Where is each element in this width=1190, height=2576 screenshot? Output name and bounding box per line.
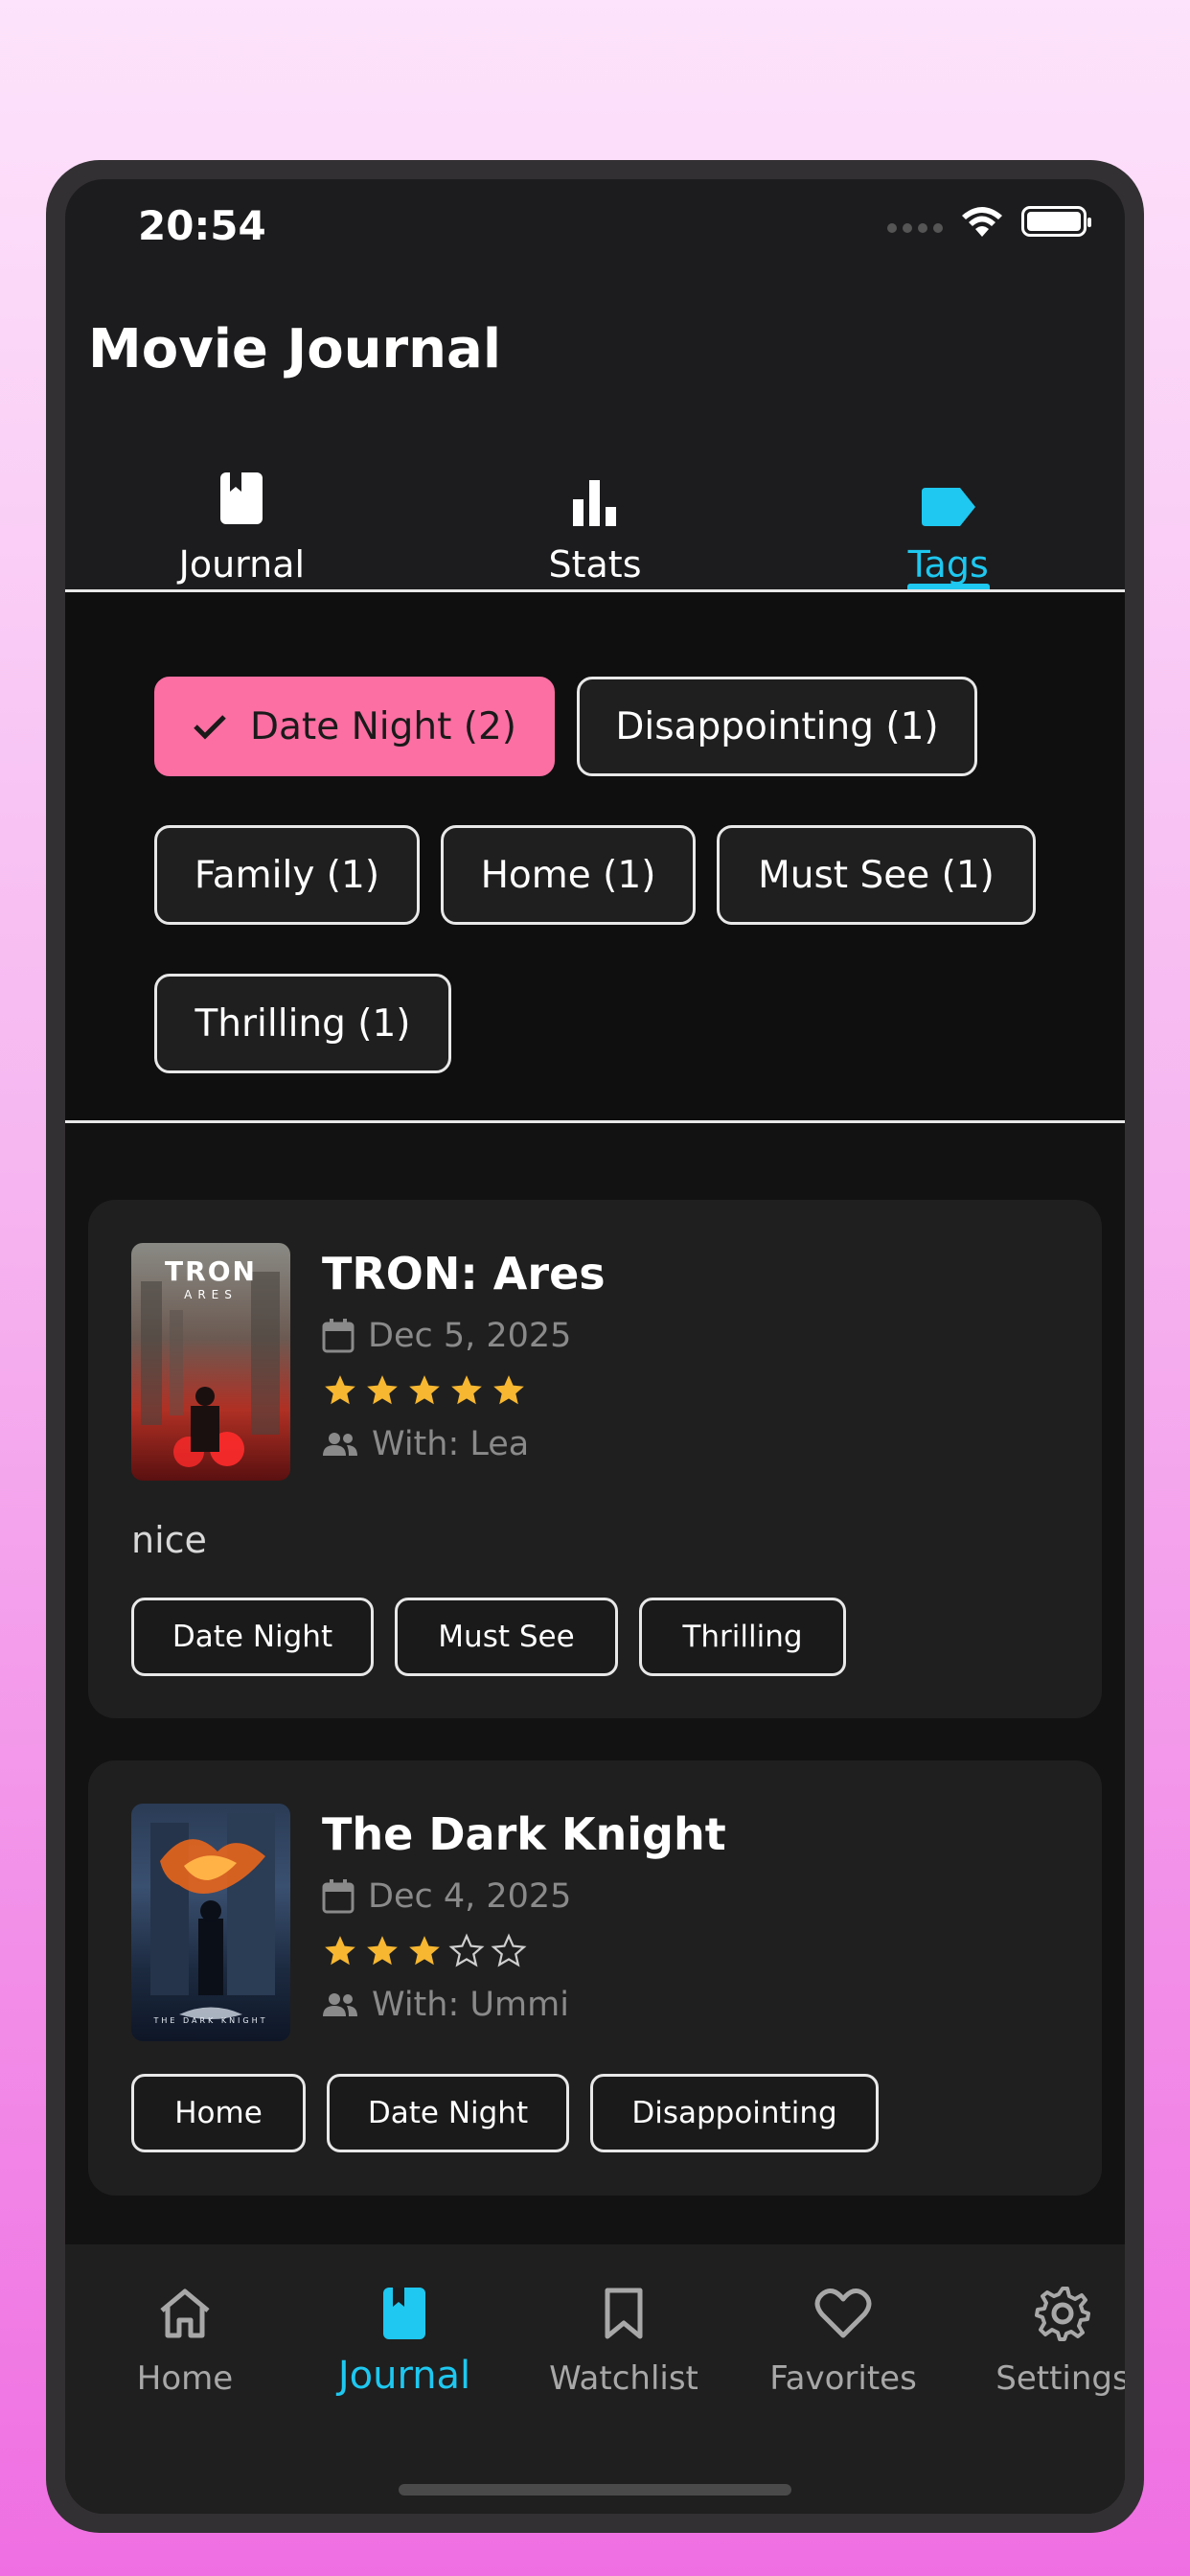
star-filled-icon	[325, 1375, 355, 1405]
entry-note: nice	[131, 1519, 207, 1561]
star-empty-icon	[448, 1933, 485, 1967]
entry-tag-label: Date Night	[367, 2096, 529, 2130]
battery-icon	[1021, 206, 1091, 237]
watched-with: With: Lea	[372, 1425, 530, 1463]
journal-entry-card[interactable]: THE DARK KNIGHT The Dark Knight Dec 4, 2…	[88, 1760, 1102, 2196]
tag-filter-label: Family (1)	[194, 853, 380, 897]
star-filled-icon	[409, 1936, 440, 1966]
tag-filter-label: Disappointing (1)	[615, 704, 939, 748]
nav-settings[interactable]: Settings	[967, 2244, 1125, 2398]
movie-title: The Dark Knight	[322, 1808, 726, 1860]
poster-title-text: TRON	[165, 1255, 257, 1287]
nav-home[interactable]: Home	[89, 2244, 281, 2398]
bottom-navigation: Home Journal Watchlist Favorites Setting…	[65, 2244, 1125, 2514]
phone-frame: 20:54 Movie Journal Journal Stats Tags D…	[46, 160, 1144, 2533]
tab-tags-label: Tags	[907, 543, 989, 586]
journal-entry-card[interactable]: TRON ARES TRON: Ares Dec 5, 2025 With: L…	[88, 1200, 1102, 1718]
status-icons	[887, 204, 1091, 239]
poster-title-text: THE DARK KNIGHT	[153, 2016, 268, 2025]
star-rating	[322, 1372, 527, 1409]
wifi-icon	[962, 207, 1002, 237]
check-icon	[193, 713, 227, 740]
page-title: Movie Journal	[88, 318, 502, 380]
status-time: 20:54	[138, 202, 266, 249]
home-indicator	[399, 2484, 791, 2496]
app-screen: 20:54 Movie Journal Journal Stats Tags D…	[65, 179, 1125, 2514]
watched-with: With: Ummi	[372, 1986, 569, 2024]
entry-tag-label: Date Night	[172, 1620, 333, 1654]
entry-tag-chip[interactable]: Disappointing	[590, 2074, 879, 2152]
tab-journal-label: Journal	[178, 543, 306, 586]
tag-filter-family[interactable]: Family (1)	[154, 825, 420, 925]
star-filled-icon	[493, 1375, 524, 1405]
home-icon	[158, 2285, 212, 2342]
nav-home-label: Home	[136, 2359, 234, 2398]
entry-tag-chip[interactable]: Home	[131, 2074, 306, 2152]
watched-with-row: With: Ummi	[322, 1986, 569, 2024]
tab-journal[interactable]: Journal	[65, 467, 419, 589]
entry-tag-chip[interactable]: Date Night	[327, 2074, 569, 2152]
tag-filter-label: Thrilling (1)	[195, 1001, 411, 1046]
gear-icon	[1035, 2285, 1090, 2342]
watch-date-row: Dec 4, 2025	[322, 1877, 571, 1916]
bookmark-icon	[604, 2285, 644, 2342]
star-filled-icon	[451, 1375, 482, 1405]
entry-tag-label: Disappointing	[631, 2096, 837, 2130]
entry-tag-chip[interactable]: Thrilling	[639, 1598, 846, 1676]
star-rating	[322, 1933, 527, 1969]
people-icon	[323, 1433, 357, 1456]
book-icon	[218, 467, 264, 526]
entry-tag-label: Home	[174, 2096, 263, 2130]
tag-filter-thrilling[interactable]: Thrilling (1)	[154, 974, 451, 1073]
people-icon	[323, 1993, 357, 2016]
tag-filter-date-night[interactable]: Date Night (2)	[154, 677, 555, 776]
calendar-icon	[322, 1879, 355, 1914]
tab-stats-label: Stats	[548, 543, 642, 586]
watch-date: Dec 4, 2025	[368, 1877, 572, 1916]
star-filled-icon	[325, 1936, 355, 1966]
nav-favorites[interactable]: Favorites	[747, 2244, 939, 2398]
star-empty-icon	[491, 1933, 527, 1967]
tag-filter-home[interactable]: Home (1)	[441, 825, 696, 925]
tag-filter-label: Date Night (2)	[249, 704, 517, 748]
nav-settings-label: Settings	[995, 2359, 1125, 2398]
book-icon	[381, 2285, 427, 2342]
tag-icon	[921, 467, 975, 526]
journal-entry-list: TRON ARES TRON: Ares Dec 5, 2025 With: L…	[65, 1123, 1125, 2244]
heart-icon	[814, 2285, 872, 2342]
top-tab-bar: Journal Stats Tags	[65, 467, 1125, 589]
watch-date: Dec 5, 2025	[368, 1317, 572, 1355]
entry-tag-label: Must See	[438, 1620, 575, 1654]
nav-journal-label: Journal	[337, 2354, 471, 2398]
nav-watchlist-label: Watchlist	[549, 2359, 698, 2398]
calendar-icon	[322, 1319, 355, 1353]
nav-favorites-label: Favorites	[769, 2359, 917, 2398]
cellular-signal-icon	[887, 223, 943, 233]
movie-title: TRON: Ares	[322, 1248, 606, 1300]
entry-tag-chip[interactable]: Must See	[395, 1598, 618, 1676]
tab-tags[interactable]: Tags	[771, 467, 1125, 589]
star-filled-icon	[367, 1375, 398, 1405]
poster-subtitle-text: ARES	[184, 1288, 238, 1301]
bar-chart-icon	[571, 467, 619, 526]
tag-filter-label: Home (1)	[480, 853, 656, 897]
nav-watchlist[interactable]: Watchlist	[528, 2244, 720, 2398]
entry-tag-chip[interactable]: Date Night	[131, 1598, 374, 1676]
watch-date-row: Dec 5, 2025	[322, 1317, 571, 1355]
nav-journal[interactable]: Journal	[309, 2244, 500, 2398]
star-filled-icon	[409, 1375, 440, 1405]
star-filled-icon	[367, 1936, 398, 1966]
tag-filter-label: Must See (1)	[758, 853, 995, 897]
tab-stats[interactable]: Stats	[419, 467, 772, 589]
movie-poster	[131, 1804, 290, 2041]
entry-tag-label: Thrilling	[682, 1620, 803, 1654]
tag-filter-disappointing[interactable]: Disappointing (1)	[577, 677, 977, 776]
watched-with-row: With: Lea	[322, 1425, 529, 1463]
tag-filter-must-see[interactable]: Must See (1)	[717, 825, 1036, 925]
